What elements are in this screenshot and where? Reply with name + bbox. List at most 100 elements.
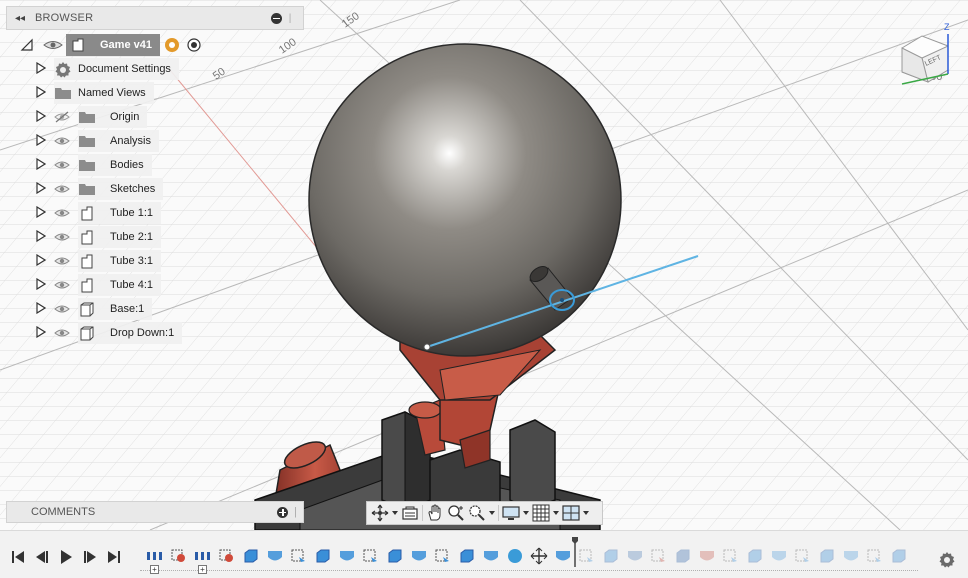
comments-panel[interactable]: COMMENTS | [6, 501, 304, 523]
timeline-feature[interactable] [506, 547, 524, 565]
collapse-panel-icon[interactable]: ◂◂ [13, 11, 27, 25]
alert-badge-icon[interactable] [164, 37, 180, 53]
timeline-marker[interactable] [572, 537, 578, 567]
timeline-feature[interactable] [290, 547, 308, 565]
timeline-feature[interactable] [890, 547, 908, 565]
eye-icon[interactable] [42, 38, 64, 52]
grid-settings-button[interactable] [532, 504, 559, 522]
fit-button[interactable] [468, 504, 495, 522]
timeline-feature[interactable] [314, 547, 332, 565]
collapse-triangle-icon[interactable] [20, 38, 34, 52]
toolbar-divider [422, 505, 423, 521]
timeline-track[interactable] [140, 570, 918, 574]
timeline-feature[interactable] [218, 547, 236, 565]
add-comment-icon[interactable] [277, 506, 289, 518]
tree-item-document-settings[interactable]: Document Settings [36, 58, 179, 80]
tree-item-analysis[interactable]: Analysis [36, 130, 159, 152]
tree-item-bodies[interactable]: Bodies [36, 154, 152, 176]
timeline-feature[interactable] [554, 547, 572, 565]
folder-icon [78, 109, 96, 125]
eye-icon[interactable] [54, 279, 70, 291]
tree-item-label: Named Views [78, 87, 146, 99]
timeline-feature[interactable] [746, 547, 764, 565]
timeline-feature[interactable] [266, 547, 284, 565]
timeline-feature[interactable] [866, 547, 884, 565]
tree-item-tube-1-1[interactable]: Tube 1:1 [36, 202, 162, 224]
expand-triangle-icon[interactable] [36, 325, 47, 341]
timeline-feature[interactable] [698, 547, 716, 565]
play-button[interactable] [58, 549, 74, 565]
zoom-button[interactable] [447, 504, 465, 522]
gear-icon[interactable] [938, 551, 956, 569]
expand-group-icon[interactable]: + [198, 565, 207, 574]
eye-hidden-icon[interactable] [54, 111, 70, 123]
expand-triangle-icon[interactable] [36, 301, 47, 317]
expand-triangle-icon[interactable] [36, 205, 47, 221]
expand-triangle-icon[interactable] [36, 85, 47, 101]
timeline-feature[interactable] [842, 547, 860, 565]
timeline-feature[interactable] [578, 547, 596, 565]
go-to-start-button[interactable] [10, 549, 26, 565]
timeline-feature[interactable] [650, 547, 668, 565]
expand-triangle-icon[interactable] [36, 157, 47, 173]
timeline-feature[interactable] [242, 547, 260, 565]
step-back-button[interactable] [34, 549, 50, 565]
expand-triangle-icon[interactable] [36, 229, 47, 245]
expand-triangle-icon[interactable] [36, 181, 47, 197]
orbit-button[interactable] [371, 504, 398, 522]
pan-button[interactable] [426, 504, 444, 522]
timeline-feature[interactable] [770, 547, 788, 565]
viewports-button[interactable] [562, 504, 589, 522]
tree-item-sketches[interactable]: Sketches [36, 178, 164, 200]
tree-root[interactable]: Game v41 [20, 34, 202, 56]
timeline-feature[interactable] [626, 547, 644, 565]
timeline-feature[interactable] [170, 547, 188, 565]
minus-circle-icon [270, 12, 282, 24]
timeline-feature[interactable] [482, 547, 500, 565]
eye-icon[interactable] [54, 183, 70, 195]
tree-item-origin[interactable]: Origin [36, 106, 148, 128]
eye-icon[interactable] [54, 255, 70, 267]
eye-icon[interactable] [54, 207, 70, 219]
eye-icon[interactable] [54, 135, 70, 147]
timeline-feature[interactable] [602, 547, 620, 565]
tree-item-base-1[interactable]: Base:1 [36, 298, 153, 320]
sphere-body[interactable] [308, 43, 622, 357]
timeline-feature[interactable] [194, 547, 212, 565]
look-at-button[interactable] [401, 504, 419, 522]
timeline-feature[interactable] [674, 547, 692, 565]
timeline-feature[interactable] [434, 547, 452, 565]
expand-triangle-icon[interactable] [36, 109, 47, 125]
go-to-end-button[interactable] [106, 549, 122, 565]
expand-triangle-icon[interactable] [36, 61, 47, 77]
display-settings-button[interactable] [502, 504, 529, 522]
timeline-feature[interactable] [794, 547, 812, 565]
tree-item-named-views[interactable]: Named Views [36, 82, 154, 104]
timeline-feature[interactable] [818, 547, 836, 565]
eye-icon[interactable] [54, 231, 70, 243]
look-at-icon [402, 506, 418, 520]
folder-icon [78, 133, 96, 149]
expand-triangle-icon[interactable] [36, 277, 47, 293]
tree-item-tube-3-1[interactable]: Tube 3:1 [36, 250, 162, 272]
timeline-feature[interactable] [530, 547, 548, 565]
timeline-feature[interactable] [458, 547, 476, 565]
expand-triangle-icon[interactable] [36, 253, 47, 269]
timeline-feature[interactable] [722, 547, 740, 565]
timeline-feature[interactable] [386, 547, 404, 565]
activate-radio-icon[interactable] [186, 37, 202, 53]
tree-item-tube-2-1[interactable]: Tube 2:1 [36, 226, 162, 248]
tree-item-tube-4-1[interactable]: Tube 4:1 [36, 274, 162, 296]
eye-icon[interactable] [54, 159, 70, 171]
expand-group-icon[interactable]: + [150, 565, 159, 574]
eye-icon[interactable] [54, 303, 70, 315]
eye-icon[interactable] [54, 327, 70, 339]
timeline-feature[interactable] [146, 547, 164, 565]
minimize-browser-button[interactable] [269, 11, 283, 25]
timeline-feature[interactable] [410, 547, 428, 565]
timeline-feature[interactable] [362, 547, 380, 565]
expand-triangle-icon[interactable] [36, 133, 47, 149]
step-forward-button[interactable] [82, 549, 98, 565]
tree-item-drop-down-1[interactable]: Drop Down:1 [36, 322, 183, 344]
timeline-feature[interactable] [338, 547, 356, 565]
